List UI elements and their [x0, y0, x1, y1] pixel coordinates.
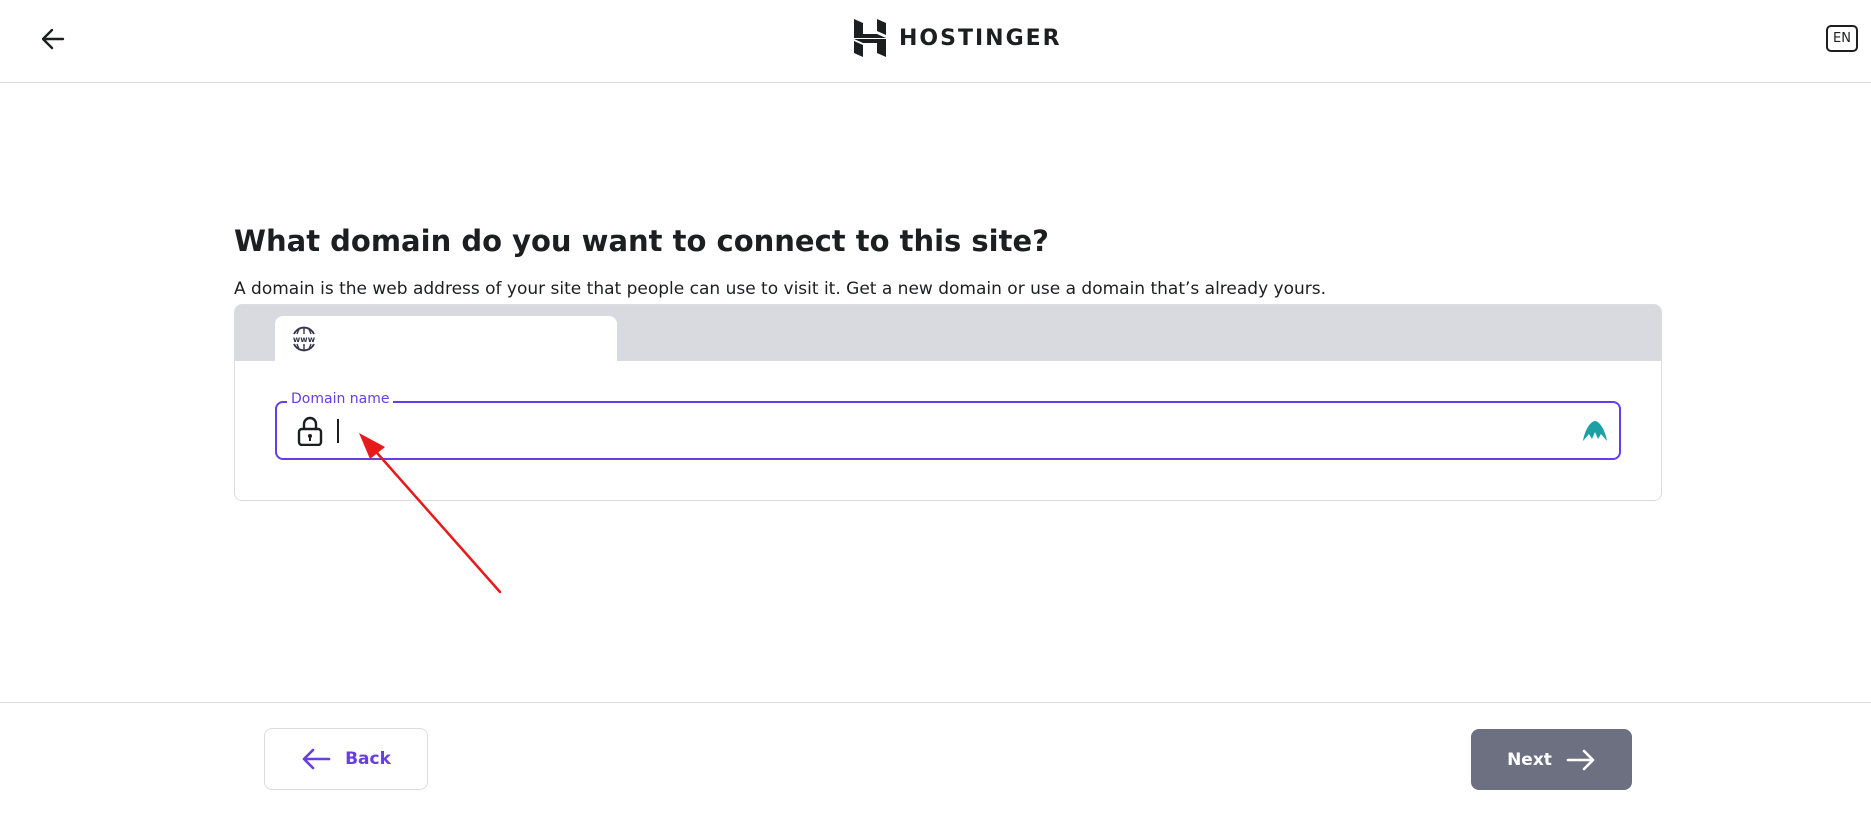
back-button[interactable]: Back — [264, 728, 428, 790]
domain-name-input[interactable] — [335, 413, 1535, 449]
www-globe-icon: www — [293, 326, 316, 352]
back-button-label: Back — [345, 749, 391, 769]
brand-name: HOSTINGER — [899, 25, 1062, 51]
arrow-right-icon — [1566, 749, 1595, 770]
language-selector[interactable]: EN — [1826, 25, 1858, 52]
next-button[interactable]: Next — [1471, 729, 1632, 790]
header-back-arrow-icon[interactable] — [38, 24, 68, 54]
tab-www[interactable]: www — [275, 316, 617, 361]
domain-name-label: Domain name — [287, 391, 394, 407]
page-title: What domain do you want to connect to th… — [234, 224, 1049, 258]
domain-card: www Domain name — [234, 304, 1662, 501]
arrow-left-icon — [302, 748, 331, 770]
domain-tab-bar: www — [235, 305, 1661, 361]
lock-icon — [297, 416, 323, 446]
domain-name-field[interactable]: Domain name — [275, 391, 1621, 460]
hostinger-logo[interactable]: HOSTINGER — [853, 18, 1062, 58]
page-subtitle: A domain is the web address of your site… — [234, 279, 1327, 299]
svg-text:www: www — [293, 335, 316, 344]
hostinger-logo-icon — [854, 19, 886, 57]
text-caret — [337, 419, 339, 443]
extension-mountain-icon[interactable] — [1581, 417, 1609, 445]
top-header: HOSTINGER EN — [0, 0, 1871, 83]
next-button-label: Next — [1507, 749, 1552, 770]
footer-bar: Back Next — [0, 702, 1871, 822]
